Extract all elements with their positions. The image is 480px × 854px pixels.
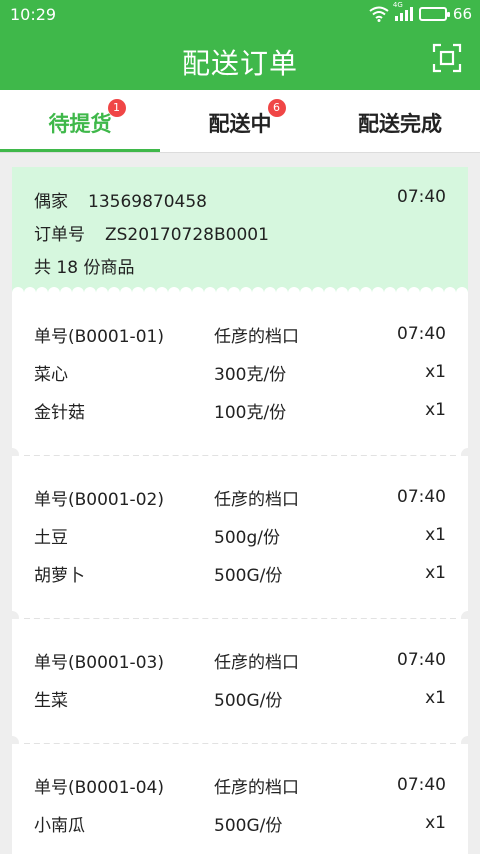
- product-qty: x1: [425, 563, 446, 583]
- page-title: 配送订单: [181, 47, 298, 80]
- stall-order[interactable]: 单号(B0001-03) 任彦的档口 07:40 生菜 500G/份 x1: [12, 619, 468, 743]
- stall-order[interactable]: 单号(B0001-04) 任彦的档口 07:40 小南瓜 500G/份 x1: [12, 744, 468, 854]
- product-row: 金针菇 100克/份 x1: [34, 391, 446, 429]
- product-spec: 300克/份: [214, 364, 287, 385]
- product-name: 菜心: [34, 364, 68, 385]
- stall-order-number: 单号(B0001-01): [34, 326, 164, 347]
- network-tag: 4G: [392, 1, 403, 9]
- product-name: 金针菇: [34, 402, 85, 423]
- scallop-edge: [12, 283, 468, 293]
- wifi-icon: [369, 6, 389, 22]
- product-row: 土豆 500g/份 x1: [34, 516, 446, 554]
- product-spec: 100克/份: [214, 402, 287, 423]
- stall-order-number: 单号(B0001-02): [34, 489, 164, 510]
- tab-badge: 6: [267, 99, 286, 117]
- product-name: 生菜: [34, 690, 68, 711]
- stall-time: 07:40: [397, 324, 446, 344]
- stall-time: 07:40: [397, 487, 446, 507]
- tab-delivered[interactable]: 配送完成: [320, 90, 480, 152]
- product-qty: x1: [425, 362, 446, 382]
- stall-name: 任彦的档口: [214, 326, 299, 347]
- app-bar: 配送订单: [0, 30, 480, 90]
- product-row: 胡萝卜 500G/份 x1: [34, 554, 446, 592]
- battery-icon: [418, 7, 450, 21]
- scan-icon: [432, 43, 462, 73]
- stall-order-number: 单号(B0001-04): [34, 777, 164, 798]
- status-time: 10:29: [10, 5, 57, 24]
- order-time: 07:40: [397, 187, 446, 207]
- order-summary[interactable]: 偶家 13569870458 07:40 订单号 ZS20170728B0001 共…: [12, 167, 468, 293]
- tab-pending-pickup[interactable]: 待提货 1: [0, 90, 160, 152]
- tab-label: 待提货: [48, 112, 112, 136]
- order-number: ZS20170728B0001: [105, 225, 269, 245]
- stall-name: 任彦的档口: [214, 652, 299, 673]
- customer-phone: 13569870458: [88, 192, 207, 212]
- product-row: 生菜 500G/份 x1: [34, 679, 446, 717]
- product-name: 小南瓜: [34, 815, 85, 836]
- order-number-label: 订单号: [34, 225, 85, 245]
- product-name: 胡萝卜: [34, 565, 85, 586]
- product-spec: 500G/份: [214, 690, 283, 711]
- tab-bar: 待提货 1 配送中 6 配送完成: [0, 90, 480, 153]
- tab-badge: 1: [107, 99, 126, 117]
- product-spec: 500g/份: [214, 527, 280, 548]
- stall-time: 07:40: [397, 775, 446, 795]
- item-count: 共 18 份商品: [34, 258, 135, 278]
- tab-label: 配送中: [208, 112, 272, 136]
- product-qty: x1: [425, 400, 446, 420]
- tab-label: 配送完成: [358, 112, 442, 136]
- stall-order-number: 单号(B0001-03): [34, 652, 164, 673]
- product-spec: 500G/份: [214, 565, 283, 586]
- status-icons: 4G 66: [369, 1, 472, 23]
- stall-time: 07:40: [397, 650, 446, 670]
- stall-name: 任彦的档口: [214, 489, 299, 510]
- product-row: 小南瓜 500G/份 x1: [34, 804, 446, 842]
- battery-level: 66: [452, 5, 472, 23]
- order-list[interactable]: 偶家 13569870458 07:40 订单号 ZS20170728B0001 共…: [12, 167, 468, 854]
- product-qty: x1: [425, 688, 446, 708]
- stall-name: 任彦的档口: [214, 777, 299, 798]
- signal-icon: 4G: [393, 1, 413, 21]
- product-qty: x1: [425, 813, 446, 833]
- active-tab-indicator: [0, 149, 160, 152]
- scan-button[interactable]: [432, 43, 462, 73]
- stall-order[interactable]: 单号(B0001-02) 任彦的档口 07:40 土豆 500g/份 x1 胡萝…: [12, 456, 468, 618]
- stall-order[interactable]: 单号(B0001-01) 任彦的档口 07:40 菜心 300克/份 x1 金针…: [12, 293, 468, 455]
- product-name: 土豆: [34, 527, 68, 548]
- product-qty: x1: [425, 525, 446, 545]
- product-row: 菜心 300克/份 x1: [34, 353, 446, 391]
- customer-name: 偶家: [34, 192, 68, 212]
- tab-delivering[interactable]: 配送中 6: [160, 90, 320, 152]
- status-bar: 10:29 4G 66: [0, 0, 480, 30]
- product-spec: 500G/份: [214, 815, 283, 836]
